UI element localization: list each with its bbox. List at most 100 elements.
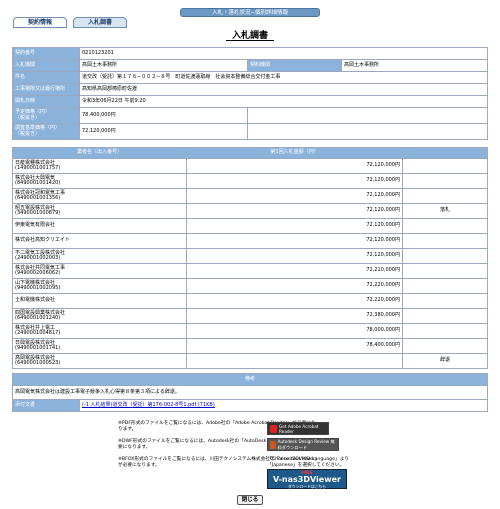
bid-remark (402, 188, 488, 204)
remarks-table: 備考 高岡電気株式会社は建設工事電子競争入札心得第８条第３項による辞退。 添付文… (12, 373, 488, 412)
project-value: 道交改（受託）第１７６−００２−８号 町道佐渡蓮取線 社会資本整備総合交付金工事 (79, 71, 488, 84)
location-label: 工事場所又は履行場所 (12, 83, 80, 96)
contract-agency-value: 高岡土木事務所 (341, 59, 488, 72)
bidder-code: (9490001001741) (15, 345, 61, 351)
bidder-code: (9490001002095) (15, 285, 61, 291)
title-underline (226, 40, 274, 41)
bidder-cell: 株式会社共同電気工事 (9490002006062) (12, 263, 187, 279)
bidder-cell: 株式会社大興電気 (8490001001420) (12, 173, 187, 189)
bid-amount: 72,120,000円 (186, 233, 403, 249)
bidder-code: (3490001000879) (15, 210, 61, 216)
acrobat-reader-banner[interactable]: Get Adobe Acrobat Reader (267, 422, 329, 435)
min-price-label: 調査基準価格（円） （税抜き） (12, 123, 80, 140)
date-label: 開札日時 (12, 95, 80, 108)
window-title-bar: 入札・落札状況−個別詳細情報 (180, 8, 320, 17)
bid-amount: 72,220,000円 (186, 293, 403, 309)
bidder-cell: 株式会社高知クリエイト (12, 233, 187, 249)
bid-remark (402, 308, 488, 324)
agency-label: 入札機関 (12, 59, 80, 72)
bid-remark (402, 248, 488, 264)
bidder-code: (8490001001420) (15, 180, 61, 186)
bidder-name: 土和電機株式会社 (15, 297, 56, 304)
column-header-amount: 第1回入札金額（円） (186, 147, 403, 159)
bid-remark: 落札 (402, 203, 488, 219)
bidder-name: 伊東電気有限会社 (15, 222, 56, 229)
bidder-cell: 四国電設興業株式会社 (6490001001240) (12, 308, 187, 324)
table-row: 株式会社共同電気工事 (9490002006062) 72,210,000円 (12, 263, 488, 279)
bid-remark (402, 323, 488, 339)
agency-value: 高岡土木事務所 (79, 59, 248, 72)
table-row: 株式会社冠和電気工事 (6490001001356) 72,120,000円 (12, 188, 488, 204)
bidder-code: (9490002006062) (15, 270, 61, 276)
bidder-code: (6490001001240) (15, 315, 61, 321)
language-note: 「Choose Your MSI Language」より「Japanese」を選… (267, 457, 349, 468)
bidder-code: (2490001004817) (15, 330, 61, 336)
table-row: 株式会社井上電工 (2490001004817) 78,000,000円 (12, 323, 488, 339)
contract-no-label: 契約番号 (12, 47, 80, 60)
bidder-name: 株式会社高知クリエイト (15, 237, 71, 244)
date-value: 令和3年06月22日 午前9:20 (79, 95, 488, 108)
remarks-header: 備考 (12, 373, 488, 386)
bid-remark (402, 173, 488, 189)
bid-remark (402, 233, 488, 249)
bid-remark (402, 263, 488, 279)
bid-remark (402, 278, 488, 294)
bid-amount: 72,210,000円 (186, 263, 403, 279)
bidder-cell: 高岡電設株式会社 (6490001000523) (12, 353, 187, 369)
bid-amount: 72,120,000円 (186, 173, 403, 189)
bidder-cell: 不二電気工設株式会社 (2490001002003) (12, 248, 187, 264)
bidder-code: (2490001002003) (15, 255, 61, 261)
contract-no-value: 0210123201 (79, 47, 488, 60)
location-value: 高知県高岡郡梼原町佐渡 (79, 83, 488, 96)
table-row: 山下電機株式会社 (9490001002095) 72,220,000円 (12, 278, 488, 294)
table-row: 不二電気工設株式会社 (2490001002003) 72,120,000円 (12, 248, 488, 264)
bidder-code: (1490001001757) (15, 165, 61, 171)
table-row: 日産電種株式会社 (1490001001757) 72,120,000円 (12, 158, 488, 174)
bidder-cell: 株式会社冠和電気工事 (6490001001356) (12, 188, 187, 204)
table-row: 高岡電設株式会社 (6490001000523) 辞退 (12, 353, 488, 369)
vnas-logo-text: V-nas3DViewer (273, 475, 341, 484)
table-row: 四国電設興業株式会社 (6490001001240) 72,380,000円 (12, 308, 488, 324)
bid-amount: 72,120,000円 (186, 218, 403, 234)
autodesk-icon (270, 440, 276, 449)
bid-amount (186, 353, 403, 369)
bid-remark: 辞退 (402, 353, 488, 369)
bid-results-table: 業者名（出入番号） 第1回入札金額（円） 日産電種株式会社 (1490001001… (12, 147, 488, 369)
table-row: 日興電設株式会社 (9490001001741) 78,400,000円 (12, 338, 488, 354)
tab-bid-record[interactable]: 入札調書 (73, 17, 127, 28)
bidder-cell: 株式会社井上電工 (2490001004817) (12, 323, 187, 339)
attachment-pdf-link[interactable]: (-1 入札結果)道交改（受託）第176-002-8号1.pdf (71KB) (82, 402, 215, 408)
bidder-cell: 伊東電気有限会社 (12, 218, 187, 234)
planned-price-value: 78,400,000円 (79, 107, 248, 124)
vnas-3dviewer-banner[interactable]: FREE V-nas3DViewer ダウンロードはこちら (267, 469, 347, 489)
bid-remark (402, 218, 488, 234)
bid-remark (402, 158, 488, 174)
bid-amount: 78,000,000円 (186, 323, 403, 339)
close-button[interactable]: 閉じる (237, 495, 263, 505)
table-row: 土和電機株式会社 72,220,000円 (12, 293, 488, 309)
tab-bar: 契約情報 入札調書 (13, 17, 127, 28)
bid-amount: 72,120,000円 (186, 188, 403, 204)
bid-remark (402, 293, 488, 309)
bid-remark (402, 338, 488, 354)
planned-price-label: 予定価格（円） （税抜き） (12, 107, 80, 124)
project-label: 件名 (12, 71, 80, 84)
autodesk-design-review-banner[interactable]: Autodesk Design Review 無料ダウンロード (267, 438, 339, 451)
bid-amount: 72,120,000円 (186, 203, 403, 219)
bid-amount: 72,120,000円 (186, 248, 403, 264)
min-price-value: 72,120,000円 (79, 123, 248, 140)
table-row: 株式会社大興電気 (8490001001420) 72,120,000円 (12, 173, 488, 189)
bidder-code: (6490001001356) (15, 195, 61, 201)
column-header-remark (402, 147, 488, 159)
bid-amount: 72,220,000円 (186, 278, 403, 294)
bidder-cell: 昭五電設株式会社 (3490001000879) (12, 203, 187, 219)
bidder-cell: 日興電設株式会社 (9490001001741) (12, 338, 187, 354)
bidder-cell: 日産電種株式会社 (1490001001757) (12, 158, 187, 174)
attachment-label: 添付文書 (12, 399, 80, 412)
bidder-cell: 土和電機株式会社 (12, 293, 187, 309)
column-header-bidder: 業者名（出入番号） (12, 147, 187, 159)
contract-info-table: 契約番号 0210123201 入札機関 高岡土木事務所 契約機関 高岡土木事務… (12, 47, 488, 140)
remarks-text: 高岡電気株式会社は建設工事電子競争入札心得第８条第３項による辞退。 (12, 385, 488, 400)
table-row: 伊東電気有限会社 72,120,000円 (12, 218, 488, 234)
tab-contract-info[interactable]: 契約情報 (13, 17, 67, 28)
